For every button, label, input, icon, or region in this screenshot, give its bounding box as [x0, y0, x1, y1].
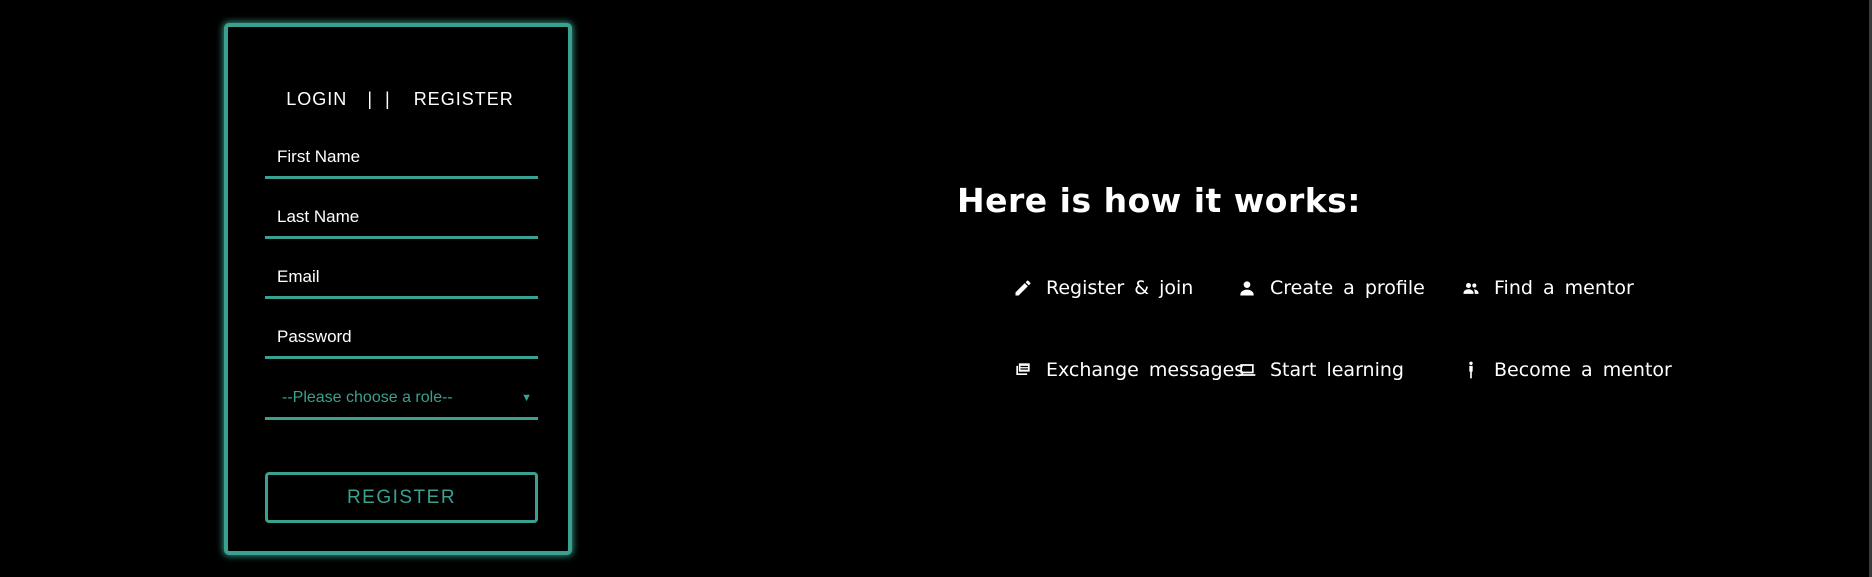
standing-person-icon [1459, 358, 1483, 382]
step-label: Start learning [1270, 359, 1404, 381]
laptop-icon [1235, 358, 1259, 382]
chevron-down-icon: ▼ [521, 392, 532, 404]
step-label: Register & join [1046, 277, 1194, 299]
step-become-mentor: Become a mentor [1459, 358, 1672, 382]
role-select-wrapper: --Please choose a role-- ▼ [265, 379, 538, 420]
password-field-wrapper [265, 318, 538, 359]
first-name-input[interactable] [265, 138, 538, 176]
chat-icon [1011, 358, 1035, 382]
step-label: Find a mentor [1494, 277, 1634, 299]
role-select-value: --Please choose a role-- [282, 389, 453, 406]
pencil-icon [1011, 276, 1035, 300]
step-start-learning: Start learning [1235, 358, 1404, 382]
step-label: Create a profile [1270, 277, 1425, 299]
step-exchange-messages: Exchange messages [1011, 358, 1244, 382]
how-it-works-title: Here is how it works: [956, 181, 1362, 220]
login-tab[interactable]: LOGIN [286, 89, 347, 110]
password-input[interactable] [265, 318, 538, 356]
register-form-card: LOGIN | | REGISTER --Please choose a rol… [224, 23, 572, 555]
email-field-wrapper [265, 258, 538, 299]
register-button[interactable]: REGISTER [265, 472, 538, 523]
step-label: Exchange messages [1046, 359, 1245, 381]
people-icon [1459, 276, 1483, 300]
step-create-profile: Create a profile [1235, 276, 1425, 300]
person-icon [1235, 276, 1259, 300]
step-register-join: Register & join [1011, 276, 1193, 300]
step-find-mentor: Find a mentor [1459, 276, 1634, 300]
step-label: Become a mentor [1494, 359, 1672, 381]
register-tab[interactable]: REGISTER [414, 89, 514, 110]
role-select[interactable]: --Please choose a role-- ▼ [265, 379, 538, 417]
auth-tabs: LOGIN | | REGISTER [228, 89, 568, 110]
first-name-field-wrapper [265, 138, 538, 179]
email-input[interactable] [265, 258, 538, 296]
page: LOGIN | | REGISTER --Please choose a rol… [0, 0, 1872, 577]
tab-separator: | | [367, 89, 394, 109]
